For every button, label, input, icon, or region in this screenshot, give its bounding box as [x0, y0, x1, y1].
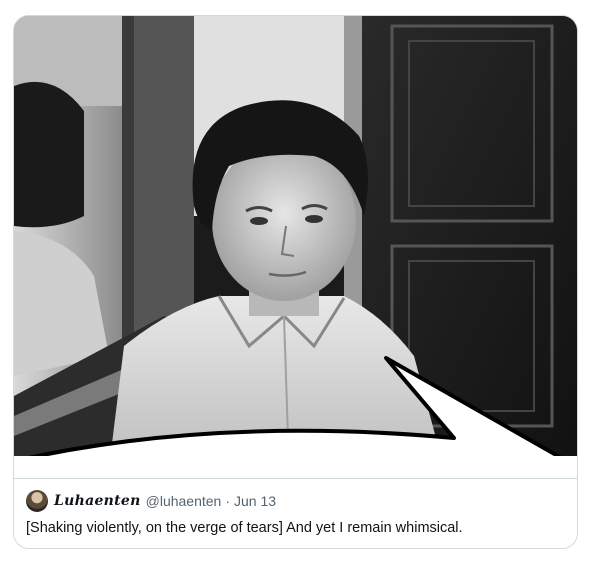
user-avatar[interactable]: [26, 490, 48, 512]
tweet-date[interactable]: Jun 13: [234, 493, 276, 509]
quoted-tweet-header: Luhaenten @luhaenten · Jun 13: [26, 490, 276, 512]
user-handle[interactable]: @luhaenten: [146, 493, 222, 509]
bw-portrait-with-speech-bubble: [14, 16, 577, 468]
display-name[interactable]: Luhaenten: [54, 493, 141, 509]
dot-separator: ·: [225, 493, 231, 509]
quoted-tweet-text: [Shaking violently, on the verge of tear…: [26, 520, 463, 536]
tweet-photo[interactable]: [14, 16, 577, 468]
quoted-tweet[interactable]: Luhaenten @luhaenten · Jun 13 [Shaking v…: [14, 478, 577, 548]
tweet-media-card[interactable]: Luhaenten @luhaenten · Jun 13 [Shaking v…: [13, 15, 578, 549]
